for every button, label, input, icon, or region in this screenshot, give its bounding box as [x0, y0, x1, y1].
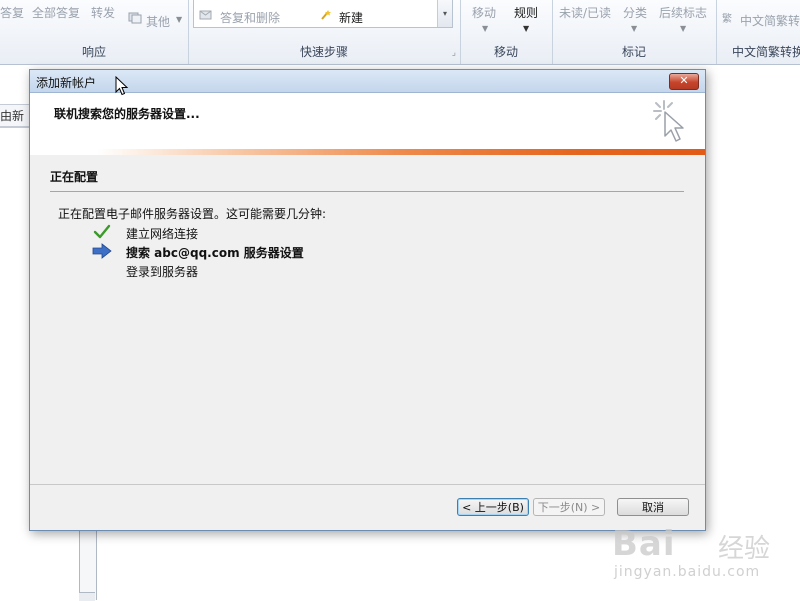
new-message-tab[interactable]: 由新 [0, 104, 31, 128]
next-button[interactable]: 下一步(N) > [533, 498, 605, 516]
dialog-header: 联机搜索您的服务器设置... [30, 93, 705, 149]
chevron-down-icon: ▼ [523, 24, 530, 33]
header-accent-bar [30, 149, 705, 155]
cancel-button[interactable]: 取消 [617, 498, 689, 516]
step-network-connection: 建立网络连接 [92, 224, 592, 242]
watermark-logo-cn: 经验 [718, 534, 771, 564]
forward-button[interactable]: 转发 [91, 4, 115, 21]
pane-divider [0, 126, 30, 127]
back-button[interactable]: < 上一步(B) [457, 498, 529, 516]
categorize-button[interactable]: 分类 [623, 4, 647, 21]
ribbon-group-label-tags: 标记 [621, 45, 646, 59]
baidu-jingyan-watermark: Bai 经验 jingyan.baidu.com [612, 524, 792, 590]
checkmark-icon [93, 224, 111, 239]
search-wizard-icon [653, 100, 684, 142]
ribbon-group-move: 移动 ▼ 规则 ▼ 移动 [460, 0, 553, 64]
step-label: 建立网络连接 [126, 227, 199, 241]
read-unread-button[interactable]: 未读/已读 [559, 4, 611, 21]
add-account-dialog: 添加新帐户 ✕ 联机搜索您的服务器设置... 正在配置 正在配置电子邮件服务器设… [29, 69, 706, 531]
background-scrollbar[interactable] [79, 528, 97, 600]
ribbon-group-label-respond: 响应 [81, 45, 106, 59]
step-search-server-settings: 搜索 abc@qq.com 服务器设置 [92, 243, 592, 261]
reply-button[interactable]: 答复 [0, 4, 24, 21]
ribbon-group-label-chinese: 中文简繁转换 [732, 45, 800, 59]
quick-steps-gallery[interactable]: 答复和删除 新建 ▾ [193, 0, 453, 28]
footer-divider [30, 484, 705, 485]
quick-step-reply-delete[interactable]: 答复和删除 [220, 9, 280, 26]
ribbon-group-respond: 答复 全部答复 转发 其他 ▼ 响应 [0, 0, 189, 64]
conversion-icon: 繁 [722, 12, 732, 24]
mouse-cursor-icon [115, 76, 129, 96]
chinese-conversion-button[interactable]: 中文简繁转换 [740, 12, 800, 29]
ribbon-group-label-move: 移动 [493, 45, 518, 59]
chevron-down-icon: ▼ [482, 24, 489, 33]
more-button[interactable]: 其他 [146, 13, 170, 30]
gallery-more-button[interactable]: ▾ [437, 0, 452, 27]
dialog-title: 添加新帐户 [36, 76, 97, 90]
more-icon [128, 12, 142, 24]
ribbon: 答复 全部答复 转发 其他 ▼ 响应 快速步骤 ⌟ 答复和删除 新建 ▾ 移动 … [0, 0, 800, 65]
section-title: 正在配置 [50, 170, 99, 184]
watermark-url: jingyan.baidu.com [614, 564, 761, 580]
chevron-down-icon: ▼ [631, 24, 638, 33]
new-quick-step-icon [321, 10, 331, 20]
ribbon-group-label-quick-steps: 快速步骤 [299, 45, 348, 59]
step-label: 登录到服务器 [126, 265, 199, 279]
reply-delete-icon [199, 10, 212, 20]
move-button[interactable]: 移动 [472, 4, 496, 21]
svg-text:繁: 繁 [722, 12, 732, 24]
step-log-on-server: 登录到服务器 [92, 262, 592, 280]
configuration-description: 正在配置电子邮件服务器设置。这可能需要几分钟: [58, 207, 327, 221]
step-label: 搜索 abc@qq.com 服务器设置 [126, 246, 304, 260]
close-button[interactable]: ✕ [669, 73, 699, 90]
chevron-down-icon: ▼ [680, 24, 687, 33]
dialog-launcher-icon[interactable]: ⌟ [452, 48, 456, 58]
reply-all-button[interactable]: 全部答复 [32, 4, 80, 21]
dialog-titlebar[interactable]: 添加新帐户 ✕ [30, 70, 705, 93]
section-divider [50, 191, 684, 192]
quick-step-new[interactable]: 新建 [339, 9, 363, 26]
rules-button[interactable]: 规则 [514, 4, 538, 21]
ribbon-group-chinese-conversion: 繁 中文简繁转换 中文简繁转换 [716, 0, 800, 64]
follow-up-button[interactable]: 后续标志 [659, 4, 707, 21]
arrow-right-icon [92, 243, 112, 259]
ribbon-group-tags: 未读/已读 分类 ▼ 后续标志 ▼ 标记 [552, 0, 717, 64]
chevron-down-icon: ▼ [176, 15, 183, 24]
header-title: 联机搜索您的服务器设置... [54, 107, 200, 121]
